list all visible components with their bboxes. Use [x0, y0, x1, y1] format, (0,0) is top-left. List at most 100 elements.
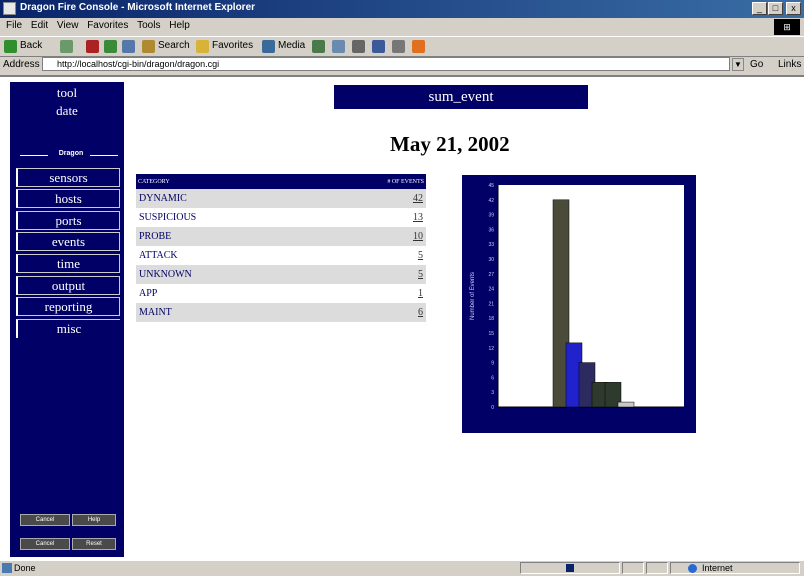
menu-tools[interactable]: Tools [137, 20, 160, 31]
edit-icon[interactable] [372, 40, 385, 53]
page-viewport: tool date Dragon sensors hosts ports eve… [0, 75, 804, 560]
chart-y-tick-label: 6 [491, 375, 494, 381]
favorites-icon[interactable] [196, 40, 209, 53]
chart-y-tick-label: 39 [488, 213, 494, 219]
sidebar-item-misc[interactable]: misc [16, 319, 120, 338]
mail-icon[interactable] [332, 40, 345, 53]
status-cell [646, 562, 668, 574]
table-row: PROBE 10 [136, 227, 426, 246]
search-button[interactable]: Search [158, 40, 190, 51]
sidebar-item-hosts[interactable]: hosts [16, 189, 120, 208]
sidebar-separator-label: Dragon [58, 150, 84, 157]
print-icon[interactable] [352, 40, 365, 53]
sidebar-item-sensors[interactable]: sensors [16, 168, 120, 187]
report-date: May 21, 2002 [390, 132, 510, 156]
close-button[interactable]: x [786, 2, 801, 15]
count-link[interactable]: 1 [313, 284, 427, 303]
minimize-button[interactable]: _ [752, 2, 767, 15]
category-cell: SUSPICIOUS [139, 212, 197, 223]
sidebar-reset-button[interactable]: Reset [72, 538, 116, 550]
go-button[interactable]: Go [750, 59, 763, 70]
category-cell: ATTACK [139, 250, 178, 261]
links-button[interactable]: Links [778, 59, 801, 70]
sidebar-item-label: sensors [49, 170, 88, 185]
discuss-icon[interactable] [392, 40, 405, 53]
media-icon[interactable] [262, 40, 275, 53]
category-cell: UNKNOWN [136, 265, 313, 284]
menu-view[interactable]: View [57, 20, 79, 31]
ie-app-icon [3, 2, 16, 15]
count-link[interactable]: 10 [312, 227, 426, 246]
forward-arrow-icon[interactable] [60, 40, 73, 53]
menu-bar: File Edit View Favorites Tools Help [0, 18, 804, 35]
back-button[interactable]: Back [20, 40, 42, 51]
chart-y-tick-label: 12 [488, 346, 494, 352]
menu-favorites[interactable]: Favorites [87, 20, 128, 31]
favorites-button[interactable]: Favorites [212, 40, 253, 51]
count-link[interactable]: 42 [312, 189, 426, 208]
count-link[interactable]: 5 [312, 265, 426, 284]
windows-logo-icon: ⊞ [774, 19, 800, 35]
messenger-icon[interactable] [412, 40, 425, 53]
table-row: APP 1 [136, 284, 426, 303]
status-text: Done [14, 563, 36, 573]
sidebar-item-tool[interactable]: tool [10, 85, 124, 101]
category-cell: MAINT [136, 303, 313, 322]
chart-y-tick-label: 15 [488, 331, 494, 337]
history-icon[interactable] [312, 40, 325, 53]
sidebar-item-output[interactable]: output [16, 276, 120, 295]
search-icon[interactable] [142, 40, 155, 53]
progress-icon [566, 564, 574, 572]
column-header-category: CATEGORY [136, 174, 313, 189]
address-input[interactable]: http://localhost/cgi-bin/dragon/dragon.c… [42, 57, 730, 71]
sidebar-item-ports[interactable]: ports [16, 211, 120, 230]
sidebar-item-events[interactable]: events [16, 232, 120, 251]
table-row: SUSPICIOUS 13 [136, 208, 426, 227]
menu-edit[interactable]: Edit [31, 20, 48, 31]
stop-icon[interactable] [86, 40, 99, 53]
sidebar-item-label: output [51, 278, 86, 293]
count-link[interactable]: 6 [312, 303, 426, 322]
sidebar-cancel-button-2[interactable]: Cancel [20, 538, 70, 550]
sidebar-item-label: misc [56, 321, 82, 336]
sidebar-item-time[interactable]: time [16, 254, 120, 273]
table-row: ATTACK 5 [136, 246, 426, 265]
chart-y-tick-label: 18 [488, 316, 494, 322]
sidebar-item-label: ports [55, 213, 82, 228]
status-cell [622, 562, 644, 574]
sidebar-item-label: hosts [55, 191, 82, 206]
back-arrow-icon[interactable] [4, 40, 17, 53]
category-cell: PROBE [136, 227, 313, 246]
chart-y-axis-label: Number of Events [470, 272, 476, 320]
address-dropdown-icon[interactable]: ▼ [732, 58, 744, 71]
sidebar-separator: Dragon [20, 150, 118, 160]
menu-help[interactable]: Help [169, 20, 190, 31]
sidebar-item-reporting[interactable]: reporting [16, 297, 120, 316]
chart-y-tick-label: 9 [491, 361, 494, 367]
sidebar-item-label: time [56, 256, 81, 271]
count-link[interactable]: 5 [313, 246, 427, 265]
chart-svg: 4542393633302724211815129630Number of Ev… [470, 183, 684, 411]
refresh-icon[interactable] [104, 40, 117, 53]
chart-y-tick-label: 27 [488, 272, 494, 278]
chart-y-tick-label: 21 [488, 301, 494, 307]
media-button[interactable]: Media [278, 40, 305, 51]
column-header-events: # OF EVENTS [312, 174, 426, 189]
sidebar-item-label: reporting [44, 299, 93, 314]
event-category-table: CATEGORY # OF EVENTS DYNAMIC 42 SUSPICIOU… [136, 174, 426, 322]
sidebar-item-date[interactable]: date [10, 103, 124, 119]
count-link[interactable]: 13 [313, 208, 427, 227]
table-row: MAINT 6 [136, 303, 426, 322]
chart-y-tick-label: 42 [488, 198, 494, 204]
maximize-button[interactable]: □ [768, 2, 783, 15]
title-bar: Dragon Fire Console - Microsoft Internet… [0, 0, 804, 18]
table-row: DYNAMIC 42 [136, 189, 426, 208]
page-title: sum_event [334, 85, 588, 109]
chart-y-tick-label: 24 [488, 287, 494, 293]
events-bar-chart: 45 42 39 36 33 30 27 24 21 18 15 12 9 6 3 0 Number of Ev… [462, 175, 696, 433]
sidebar-cancel-button[interactable]: Cancel [20, 514, 70, 526]
menu-file[interactable]: File [6, 20, 22, 31]
table-row: UNKNOWN 5 [136, 265, 426, 284]
sidebar-help-button[interactable]: Help [72, 514, 116, 526]
home-icon[interactable] [122, 40, 135, 53]
